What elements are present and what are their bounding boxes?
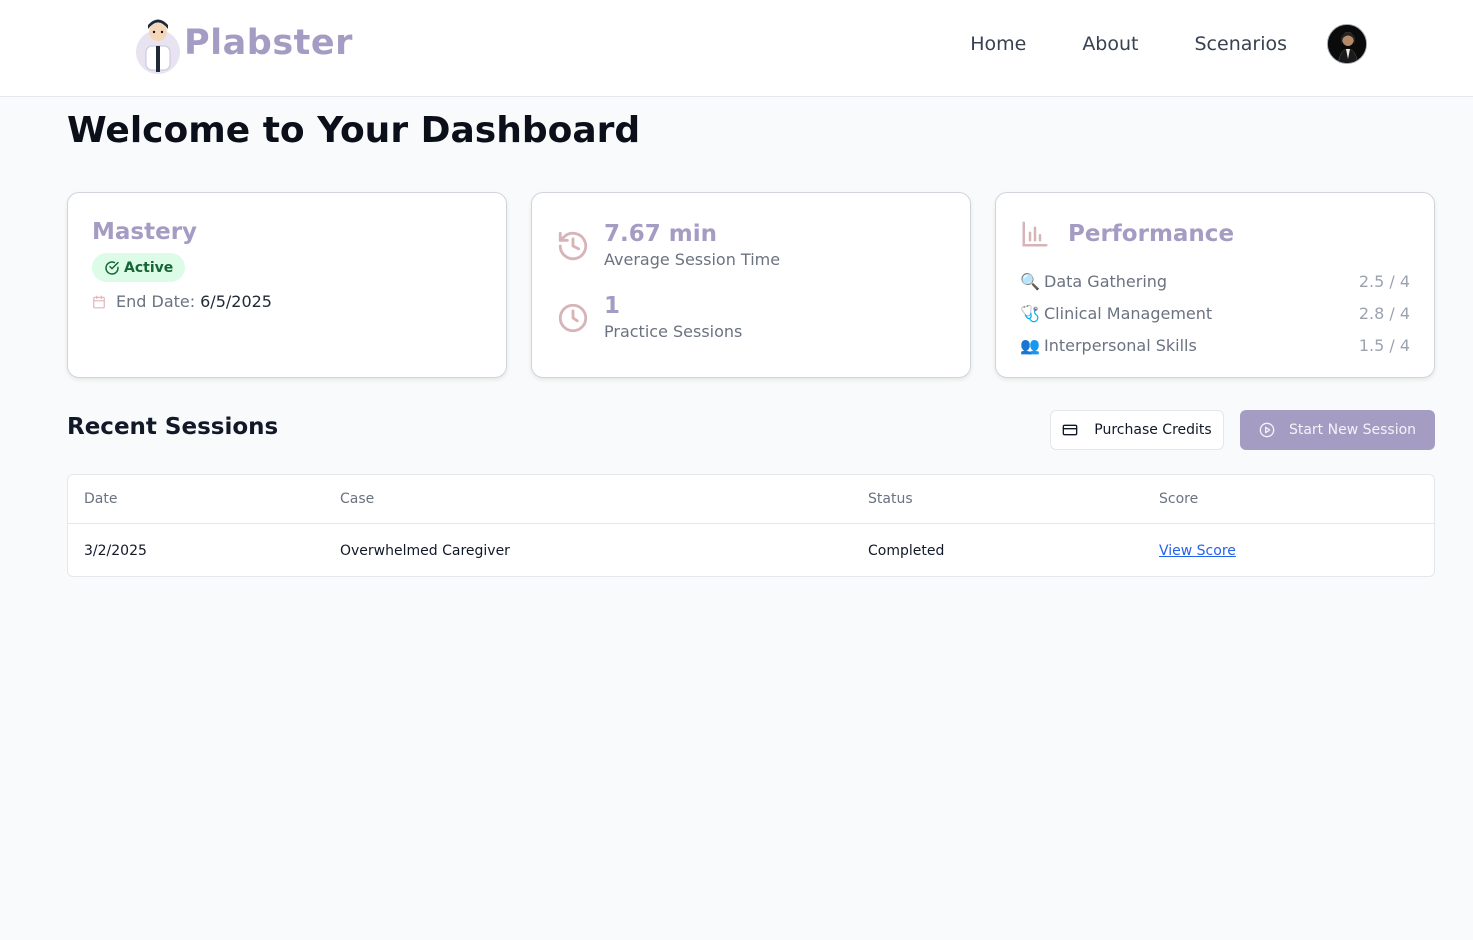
brand-logo[interactable]: Plabster (134, 14, 353, 74)
column-header-case: Case (340, 491, 375, 507)
session-stats-card: 7.67 min Average Session Time 1 Practice… (531, 192, 971, 378)
stethoscope-icon: 🩺 (1020, 303, 1040, 323)
sessions-table: Date Case Status Score 3/2/2025 Overwhel… (67, 474, 1435, 577)
performance-item-label: Interpersonal Skills (1044, 335, 1197, 355)
performance-item-label: Clinical Management (1044, 303, 1213, 323)
practice-sessions-stat: 1 Practice Sessions (556, 291, 742, 343)
performance-item-score: 1.5 / 4 (1358, 335, 1410, 355)
practice-sessions-value: 1 (604, 293, 621, 319)
performance-item-score: 2.5 / 4 (1358, 271, 1410, 291)
performance-item-interpersonal-skills: 👥 Interpersonal Skills 1.5 / 4 (1020, 329, 1410, 361)
column-header-date: Date (84, 491, 118, 507)
mastery-card: Mastery Active End Date: 6/5/2025 (67, 192, 507, 378)
recent-sessions-title: Recent Sessions (67, 414, 279, 440)
performance-item-label: Data Gathering (1044, 271, 1168, 291)
start-new-session-button[interactable]: Start New Session (1240, 410, 1435, 450)
nav-scenarios[interactable]: Scenarios (1195, 30, 1288, 58)
page-title: Welcome to Your Dashboard (67, 110, 641, 151)
cell-status: Completed (868, 542, 945, 559)
performance-header: Performance (1020, 219, 1234, 249)
brand-name: Plabster (184, 23, 353, 63)
end-date-value: 6/5/2025 (200, 292, 272, 311)
avg-session-label: Average Session Time (604, 250, 781, 269)
cell-date: 3/2/2025 (84, 542, 147, 559)
performance-item-score: 2.8 / 4 (1358, 303, 1410, 323)
performance-item-clinical-management: 🩺 Clinical Management 2.8 / 4 (1020, 297, 1410, 329)
purchase-credits-label: Purchase Credits (1094, 422, 1212, 438)
status-badge-label: Active (124, 259, 174, 276)
doctor-mascot-icon (134, 14, 182, 74)
performance-card: Performance 🔍 Data Gathering 2.5 / 4 🩺 Cli… (995, 192, 1435, 378)
practice-sessions-label: Practice Sessions (604, 322, 743, 341)
performance-title: Performance (1068, 221, 1235, 247)
performance-list: 🔍 Data Gathering 2.5 / 4 🩺 Clinical Manage… (1020, 265, 1410, 361)
nav-about[interactable]: About (1082, 30, 1138, 58)
people-icon: 👥 (1020, 335, 1040, 355)
user-avatar[interactable] (1327, 24, 1367, 64)
history-icon (558, 231, 588, 261)
credit-card-icon (1062, 424, 1078, 436)
end-date: End Date: 6/5/2025 (92, 292, 272, 311)
clock-icon (558, 303, 588, 333)
nav-links: Home About Scenarios (970, 30, 1287, 58)
performance-item-data-gathering: 🔍 Data Gathering 2.5 / 4 (1020, 265, 1410, 297)
cell-case: Overwhelmed Caregiver (340, 542, 510, 559)
bar-chart-icon (1022, 221, 1048, 247)
check-circle-icon (105, 260, 119, 275)
start-new-session-label: Start New Session (1288, 422, 1417, 438)
top-navbar: Plabster Home About Scenarios (0, 0, 1473, 97)
magnifier-icon: 🔍 (1020, 271, 1040, 291)
column-header-status: Status (868, 491, 913, 507)
column-header-score: Score (1159, 491, 1199, 507)
view-score-link[interactable]: View Score (1159, 543, 1236, 559)
nav-home[interactable]: Home (970, 30, 1026, 58)
table-header-row: Date Case Status Score (68, 475, 1434, 524)
table-row: 3/2/2025 Overwhelmed Caregiver Completed… (68, 524, 1434, 577)
calendar-icon (93, 295, 105, 308)
play-circle-icon (1259, 422, 1275, 438)
avg-session-value: 7.67 min (604, 221, 717, 247)
purchase-credits-button[interactable]: Purchase Credits (1050, 410, 1224, 450)
avg-session-stat: 7.67 min Average Session Time (556, 219, 780, 271)
status-badge: Active (92, 253, 186, 282)
end-date-label: End Date: (116, 292, 196, 311)
mastery-title: Mastery (92, 219, 198, 245)
